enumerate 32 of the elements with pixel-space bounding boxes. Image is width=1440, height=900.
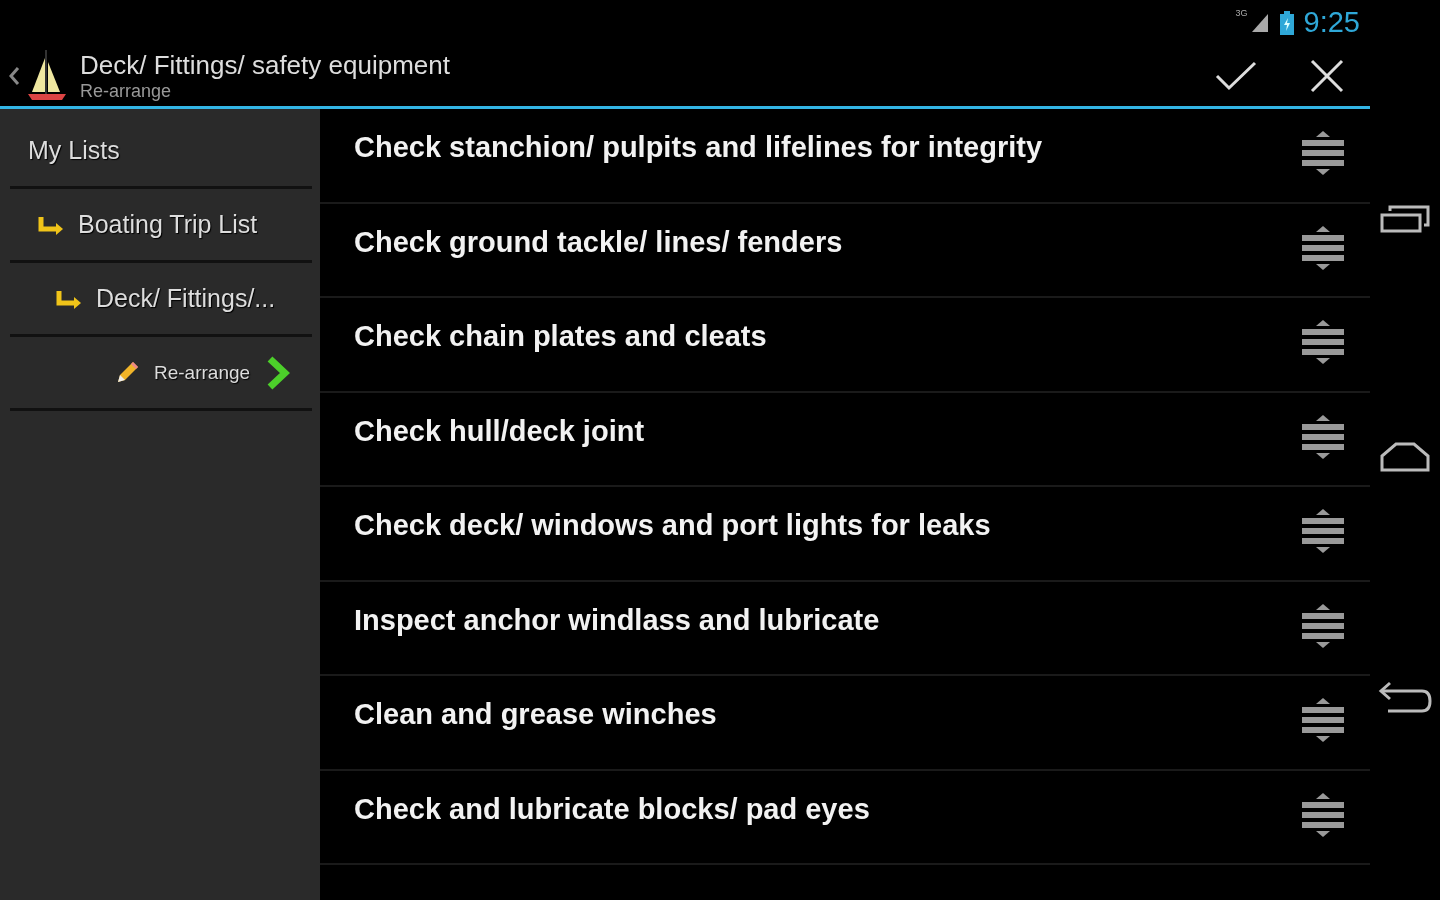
drag-handle-icon[interactable] [1302,414,1344,459]
drag-handle-icon[interactable] [1302,698,1344,742]
drag-handle-icon[interactable] [1302,131,1344,175]
sidebar-item[interactable]: Boating Trip List [10,189,312,263]
back-icon[interactable] [1378,681,1432,716]
drag-handle-icon[interactable] [1302,792,1344,837]
chevron-right-icon [266,355,290,390]
checklist-item: Check hull/deck joint [354,414,646,448]
close-icon[interactable] [1310,58,1344,93]
battery-icon [1279,10,1294,35]
confirm-icon[interactable] [1214,59,1258,92]
subitem-arrow-icon [56,288,82,309]
network-type: 3G [1235,8,1248,18]
sidebar-item[interactable]: My Lists [10,115,312,189]
checklist-item: Check deck/ windows and port lights for leaks [354,509,992,542]
drag-handle-icon[interactable] [1302,603,1344,648]
recent-apps-icon[interactable] [1380,204,1430,233]
checklist-item: Clean and grease winches [354,698,718,731]
drag-handle-icon[interactable] [1302,320,1344,364]
status-time: 9:25 [1303,6,1360,39]
subitem-arrow-icon [38,214,64,235]
checklist-item: Check chain plates and cleats [354,320,768,353]
checklist-item: Check ground tackle/ lines/ fenders [354,225,844,259]
drag-handle-icon[interactable] [1302,225,1344,270]
drag-handle-icon[interactable] [1302,509,1344,553]
home-icon[interactable] [1380,442,1430,472]
screen-subtitle: Re-arrange [80,80,173,102]
screen-title: Deck/ Fittings/ safety equipment [80,49,451,81]
checklist-item: Check and lubricate blocks/ pad eyes [354,792,871,826]
checklist-item: Check stanchion/ pulpits and lifelines for integrity [354,131,1044,164]
checklist-item: Inspect anchor windlass and lubricate [354,603,881,637]
signal-icon [1251,13,1268,32]
